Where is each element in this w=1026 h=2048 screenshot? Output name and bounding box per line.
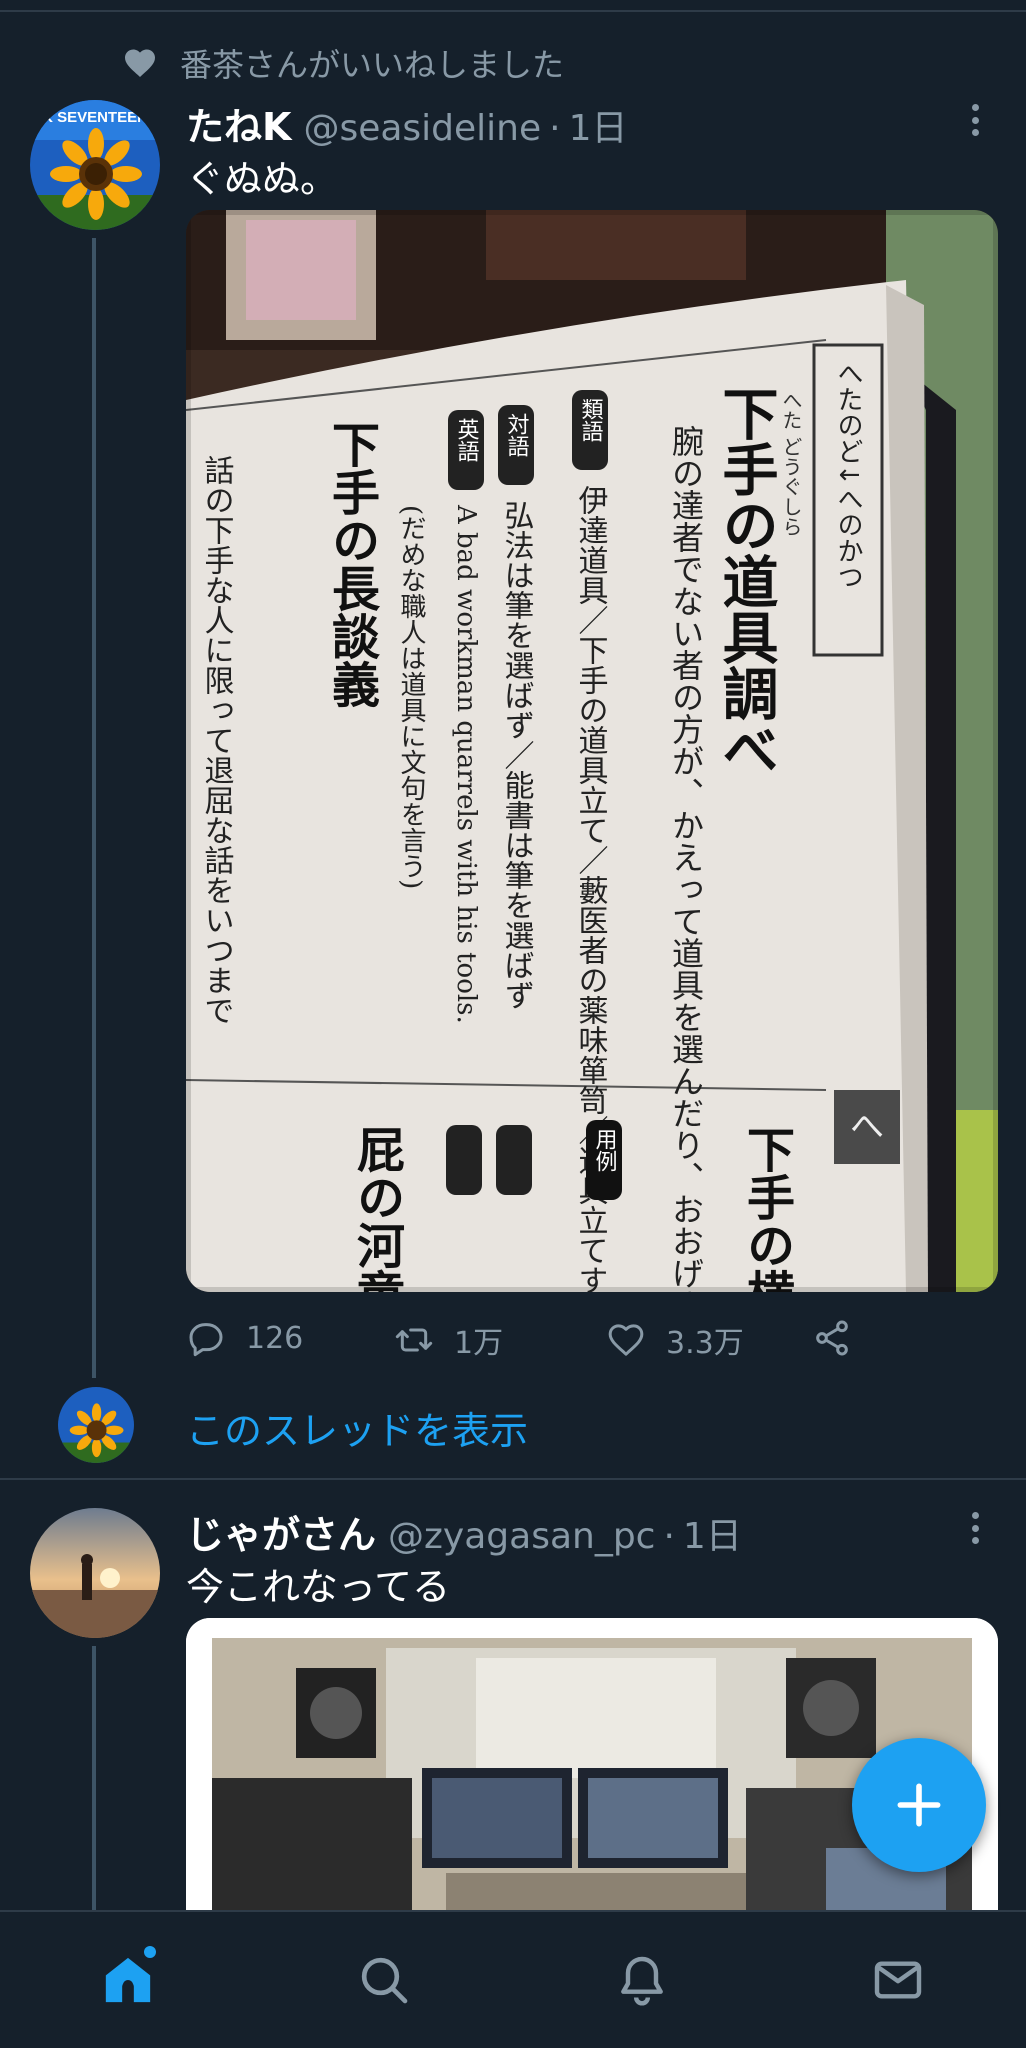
tweet-actions: 126 1万 3.3万 [186,1318,886,1368]
retweet-count: 1万 [454,1326,504,1361]
antonym-text: 弘法は筆を選ばず／能書は筆を選ばず [499,500,534,1010]
thread-line [92,1646,96,1910]
display-name[interactable]: じゃがさん [186,1504,376,1559]
sunset-avatar-image [30,1508,160,1638]
english-note: (だめな職人は道具に文句を言う) [396,505,426,889]
like-count: 3.3万 [666,1326,744,1361]
nav-notifications[interactable] [612,1950,672,2010]
dictionary-heading-2: 下手の長談義 [323,420,379,708]
thread-line [92,238,96,1378]
tweet-text: 今これなってる [186,1565,451,1609]
separator-dot: · [663,1516,675,1557]
tweet-photo[interactable]: へたのど↓へのかつ 下手の道具調べ へた どうぐしら 腕の達者でない者の方が、か… [186,210,998,1292]
avatar[interactable]: K SEVENTEEN [30,100,160,230]
avatar[interactable] [30,1508,160,1638]
retweet-button[interactable]: 1万 [394,1318,503,1362]
plus-icon [897,1783,941,1827]
handle[interactable]: @seasideline [303,108,541,149]
separator-dot: · [549,108,561,149]
dictionary-tab-text: へたのど↓へのかつ [833,360,863,590]
search-icon [361,1957,408,2004]
show-thread-link[interactable]: このスレッドを表示 [186,1400,528,1455]
usage-label: 用例 [592,1128,618,1172]
bottom-heading-2: 屁の河童 [348,1125,405,1292]
dictionary-heading: 下手の道具調べ [713,385,779,777]
social-context: 番茶さんがいいねしました [122,40,564,86]
more-options-icon[interactable] [960,100,990,140]
social-context-text: 番茶さんがいいねしました [180,46,565,84]
notifications-icon [621,1956,663,2006]
svg-text:K SEVENTEEN: K SEVENTEEN [42,109,148,126]
nav-search[interactable] [354,1950,414,2010]
reply-count: 126 [246,1320,304,1356]
dictionary-heading-ruby: へた どうぐしら [779,390,803,536]
dictionary-definition: 腕の達者でない者の方が、かえって道具を選んだり、おおげさな準備をすること。 [667,425,705,1292]
tweet-header: たねK @seasideline · 1日 [186,96,628,151]
messages-icon [874,1961,922,1999]
svg-text:へ: へ [850,1107,884,1147]
dictionary-photo-image: へたのど↓へのかつ 下手の道具調べ へた どうぐしら 腕の達者でない者の方が、か… [186,210,998,1292]
share-button[interactable] [812,1318,872,1358]
compose-tweet-button[interactable] [852,1738,986,1872]
display-name[interactable]: たねK [186,96,291,151]
english-text: A bad workman quarrels with his tools. [451,504,481,1024]
dictionary-definition-2: 話の下手な人に限って退屈な話をいつまで [199,455,234,1025]
reply-button[interactable]: 126 [186,1318,303,1358]
nav-home[interactable] [98,1946,158,2010]
handle[interactable]: @zyagasan_pc [388,1516,655,1557]
notification-dot [144,1946,156,1958]
sunflower-avatar-image [58,1387,134,1463]
tweet-card[interactable]: 番茶さんがいいねしました K SEVENTEEN たねK @seasidelin… [0,0,1026,1480]
synonym-label: 類語 [578,398,604,442]
tweet-text: ぐぬぬ。 [186,157,339,201]
retweet-icon [395,1328,433,1352]
antonym-label: 対語 [504,413,530,457]
more-options-icon[interactable] [960,1508,990,1548]
timestamp[interactable]: 1日 [569,99,628,151]
heart-icon [125,49,155,77]
tweet-header: じゃがさん @zyagasan_pc · 1日 [186,1504,742,1559]
sunflower-avatar-image: K SEVENTEEN [30,100,160,230]
thread-avatar[interactable] [58,1387,134,1463]
timestamp[interactable]: 1日 [683,1507,742,1559]
bottom-heading-1: 下手の横 [738,1125,795,1292]
home-icon [105,1957,151,2003]
bottom-navigation [0,1910,1026,2048]
share-icon [816,1320,848,1356]
like-button[interactable]: 3.3万 [606,1318,744,1362]
english-label: 英語 [454,418,480,462]
reply-icon [189,1323,223,1357]
nav-messages[interactable] [868,1950,928,2010]
heart-outline-icon [608,1324,644,1356]
